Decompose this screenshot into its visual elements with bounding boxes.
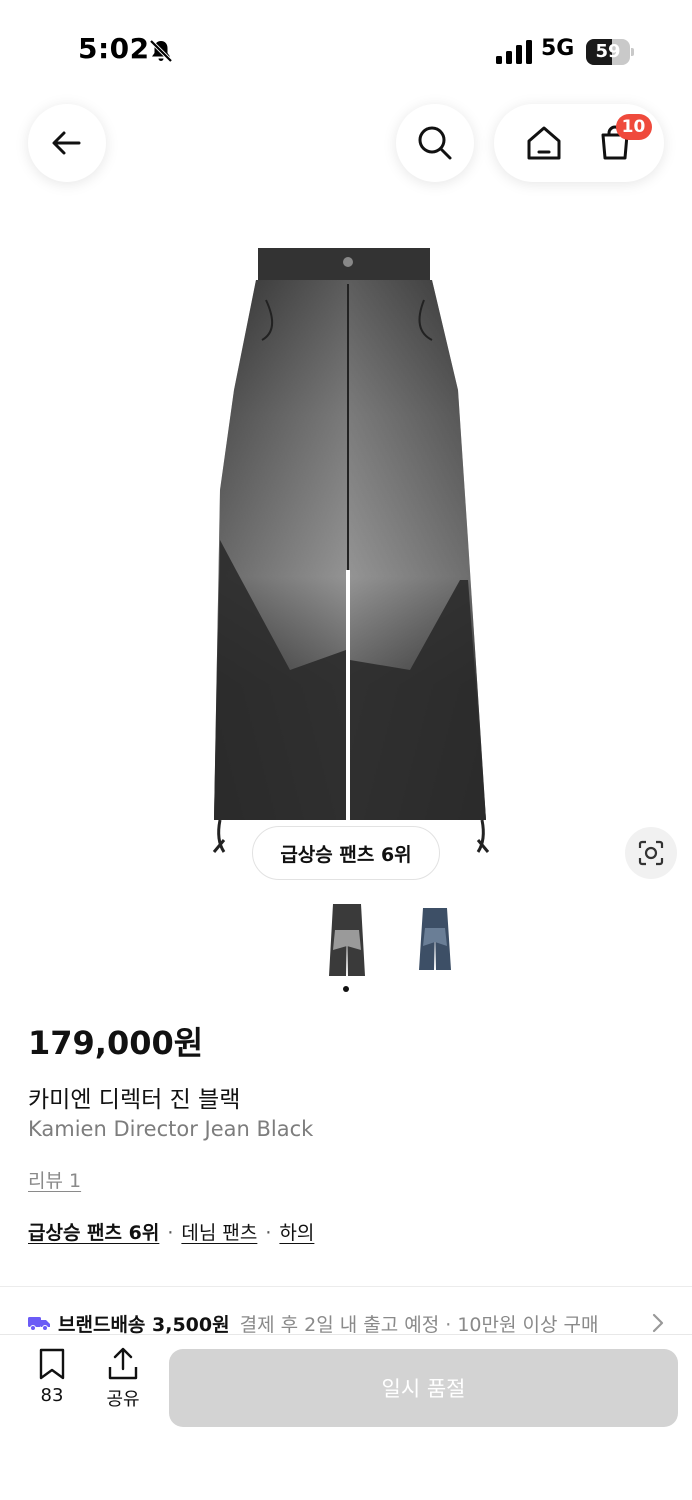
review-link[interactable]: 리뷰 1 <box>28 1166 81 1193</box>
product-image[interactable] <box>200 240 500 870</box>
home-button[interactable] <box>521 120 567 166</box>
chevron-right-icon[interactable] <box>650 1311 666 1335</box>
status-time: 5:02 <box>78 32 150 65</box>
bell-slash-icon <box>149 39 173 63</box>
share-button[interactable]: 공유 <box>93 1347 153 1417</box>
nav-pill: 10 <box>494 104 664 182</box>
search-icon <box>418 126 452 160</box>
bottom-action-bar: 83 공유 일시 품절 <box>0 1334 692 1500</box>
status-bar: 5:02 5G 59 <box>0 0 692 100</box>
ranking-link[interactable]: 급상승 팬츠 6위 <box>28 1218 159 1245</box>
divider <box>0 1286 692 1287</box>
image-page-indicator <box>343 986 349 992</box>
separator: · <box>265 1222 272 1244</box>
category-bottoms-link[interactable]: 하의 <box>279 1218 314 1245</box>
network-type: 5G <box>541 36 575 61</box>
share-icon <box>108 1347 138 1380</box>
camera-lens-icon <box>638 840 664 866</box>
battery-icon: 59 <box>586 39 634 65</box>
soldout-button[interactable]: 일시 품절 <box>169 1349 678 1427</box>
truck-icon <box>28 1317 50 1331</box>
home-icon <box>527 126 560 160</box>
product-price: 179,000원 <box>28 1024 204 1062</box>
shipping-description: 결제 후 2일 내 출고 예정 · 10만원 이상 구매 <box>239 1313 599 1336</box>
search-button[interactable] <box>396 104 474 182</box>
product-name-en: Kamien Director Jean Black <box>28 1117 314 1141</box>
battery-percent: 59 <box>595 41 621 62</box>
shipping-title: 브랜드배송 3,500원 <box>58 1313 230 1336</box>
thumbnail-blue[interactable] <box>415 900 455 980</box>
image-search-button[interactable] <box>625 827 677 879</box>
bookmark-icon <box>39 1348 65 1380</box>
cart-button[interactable]: 10 <box>592 114 652 166</box>
cart-count-badge: 10 <box>615 114 652 140</box>
separator: · <box>167 1222 174 1244</box>
product-name-ko: 카미엔 디렉터 진 블랙 <box>28 1087 241 1113</box>
trend-ranking-chip[interactable]: 급상승 팬츠 6위 <box>252 826 440 880</box>
bookmark-count: 83 <box>40 1385 64 1406</box>
bookmark-button[interactable]: 83 <box>22 1347 82 1417</box>
category-denim-link[interactable]: 데님 팬츠 <box>181 1218 257 1245</box>
back-button[interactable] <box>28 104 106 182</box>
arrow-left-icon <box>52 131 81 155</box>
share-label: 공유 <box>106 1389 140 1410</box>
signal-bars-icon <box>496 40 532 64</box>
thumbnail-black[interactable] <box>327 900 367 980</box>
category-breadcrumb: 급상승 팬츠 6위 · 데님 팬츠 · 하의 <box>28 1218 314 1245</box>
